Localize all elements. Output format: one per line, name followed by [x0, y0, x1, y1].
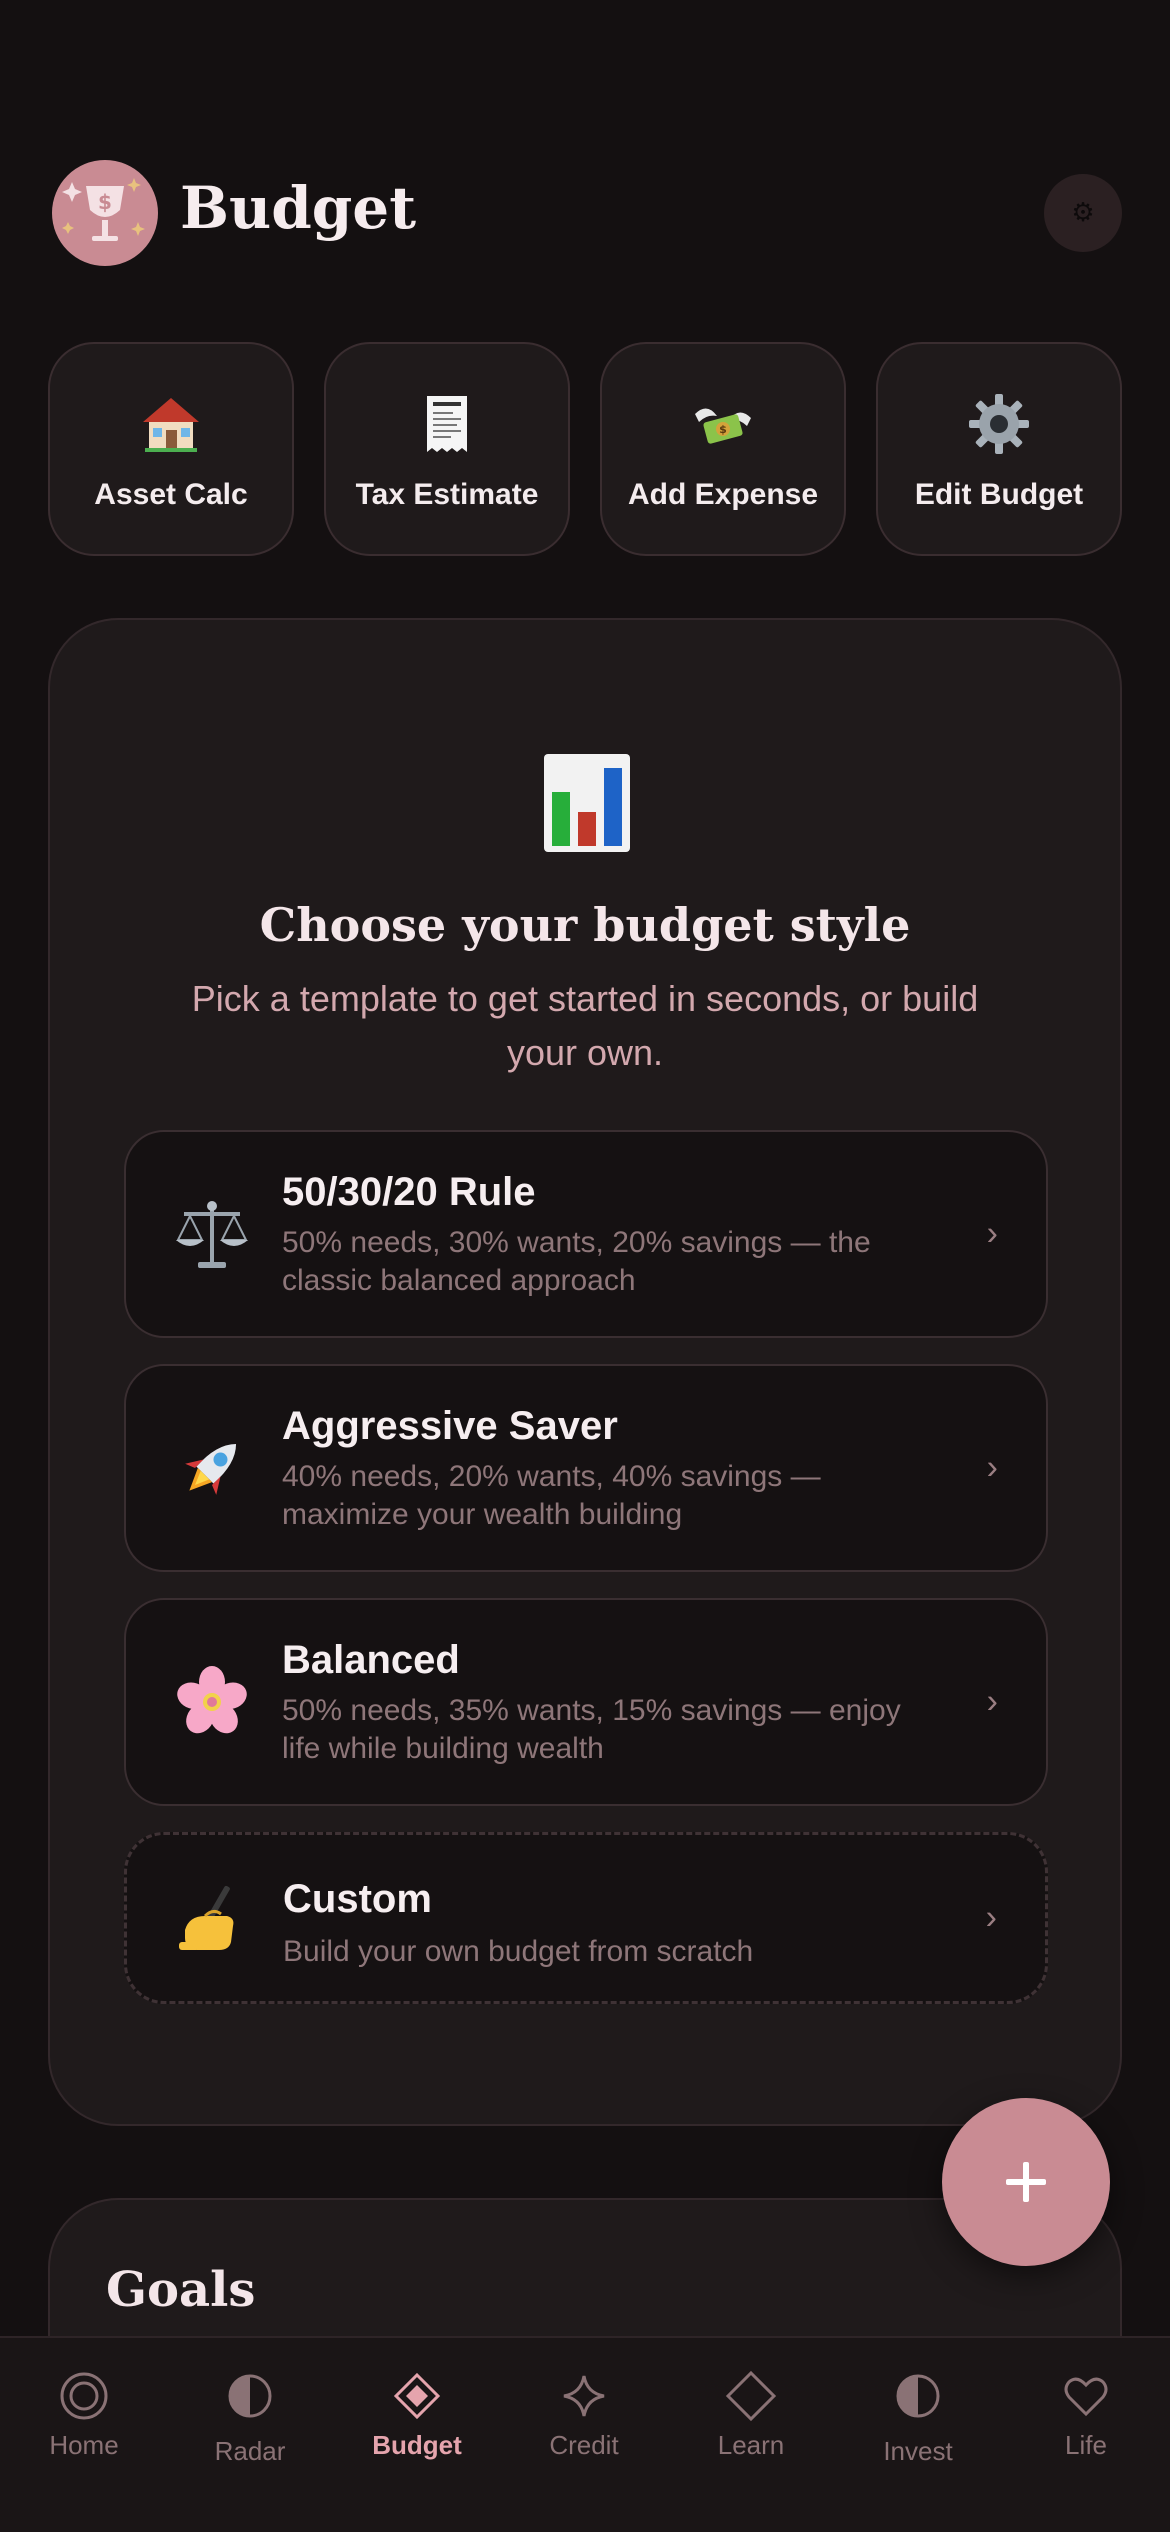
receipt-icon [415, 392, 479, 456]
nav-item-invest[interactable]: Invest [834, 2338, 1002, 2532]
edit-budget-button[interactable]: Edit Budget [876, 342, 1122, 556]
budget-style-card: Choose your budget style Pick a template… [48, 618, 1122, 2126]
svg-text:$: $ [719, 423, 727, 436]
goals-title: Goals [106, 2262, 256, 2318]
action-label: Tax Estimate [355, 478, 539, 511]
option-title: Balanced [282, 1638, 460, 1682]
action-label: Add Expense [627, 478, 819, 511]
page-title: Budget [180, 174, 416, 242]
settings-button[interactable]: ⚙ [1044, 174, 1122, 252]
plus-icon [1006, 2162, 1046, 2202]
action-label: Edit Budget [914, 478, 1084, 511]
nav-item-home[interactable]: Home [0, 2338, 168, 2532]
gear-icon: ⚙ [1071, 198, 1095, 228]
tax-estimate-button[interactable]: Tax Estimate [324, 342, 570, 556]
half-circle-icon [890, 2368, 946, 2424]
add-fab-button[interactable] [942, 2098, 1110, 2266]
nav-label: Home [49, 2430, 119, 2460]
template-option-50-30-20[interactable]: 50/30/20 Rule 50% needs, 30% wants, 20% … [124, 1130, 1048, 1338]
house-icon [139, 392, 203, 456]
writing-hand-icon [175, 1880, 251, 1956]
quick-actions: Asset Calc Tax Estimate $ Add Expense Ed… [48, 342, 1122, 556]
diamond-outline-icon [723, 2368, 779, 2424]
header: $ Budget ⚙ [52, 160, 1122, 268]
nav-item-budget[interactable]: Budget [333, 2338, 501, 2532]
gear-icon [967, 392, 1031, 456]
option-description: 50% needs, 35% wants, 15% savings — enjo… [282, 1694, 901, 1765]
option-title: Aggressive Saver [282, 1404, 618, 1448]
action-label: Asset Calc [94, 478, 248, 511]
sparkle-icon [556, 2368, 612, 2424]
svg-text:$: $ [98, 190, 112, 214]
scales-icon [174, 1196, 250, 1272]
option-description: Build your own budget from scratch [283, 1935, 754, 1968]
template-option-balanced[interactable]: Balanced 50% needs, 35% wants, 15% savin… [124, 1598, 1048, 1806]
nav-label: Learn [717, 2430, 785, 2460]
diamond-icon [389, 2368, 445, 2424]
template-option-aggressive-saver[interactable]: Aggressive Saver 40% needs, 20% wants, 4… [124, 1364, 1048, 1572]
avatar[interactable]: $ [52, 160, 158, 266]
blossom-icon [174, 1664, 250, 1740]
option-description: 40% needs, 20% wants, 40% savings — maxi… [282, 1460, 821, 1531]
chevron-right-icon: › [986, 1214, 998, 1253]
half-circle-icon [222, 2368, 278, 2424]
money-wings-icon: $ [691, 392, 755, 456]
nav-item-radar[interactable]: Radar [166, 2338, 334, 2532]
chevron-right-icon: › [985, 1898, 997, 1937]
bottom-nav: Home Radar Budget Credit Learn Invest Li… [0, 2336, 1170, 2532]
ring-icon [56, 2368, 112, 2424]
nav-item-life[interactable]: Life [1002, 2338, 1170, 2532]
chevron-right-icon: › [986, 1682, 998, 1721]
option-title: Custom [283, 1877, 432, 1921]
heart-icon [1058, 2368, 1114, 2424]
card-title: Choose your budget style [259, 898, 911, 952]
nav-label: Credit [549, 2430, 619, 2460]
nav-label: Radar [214, 2436, 286, 2466]
trophy-glass-icon: $ [62, 178, 145, 241]
option-description: 50% needs, 30% wants, 20% savings — the … [282, 1226, 871, 1297]
budget-screen: $ Budget ⚙ Asset Calc Tax Estimate $ Add… [0, 0, 1170, 2532]
nav-item-credit[interactable]: Credit [500, 2338, 668, 2532]
nav-item-learn[interactable]: Learn [667, 2338, 835, 2532]
option-title: 50/30/20 Rule [282, 1170, 536, 1214]
nav-label: Budget [372, 2430, 462, 2460]
nav-label: Life [1065, 2430, 1107, 2460]
card-subtitle: Pick a template to get started in second… [191, 978, 979, 1073]
add-expense-button[interactable]: $ Add Expense [600, 342, 846, 556]
rocket-icon [174, 1430, 250, 1506]
nav-label: Invest [883, 2436, 953, 2466]
chevron-right-icon: › [986, 1448, 998, 1487]
template-option-custom[interactable]: Custom Build your own budget from scratc… [124, 1832, 1048, 2004]
asset-calc-button[interactable]: Asset Calc [48, 342, 294, 556]
bar-chart-icon [544, 754, 630, 852]
